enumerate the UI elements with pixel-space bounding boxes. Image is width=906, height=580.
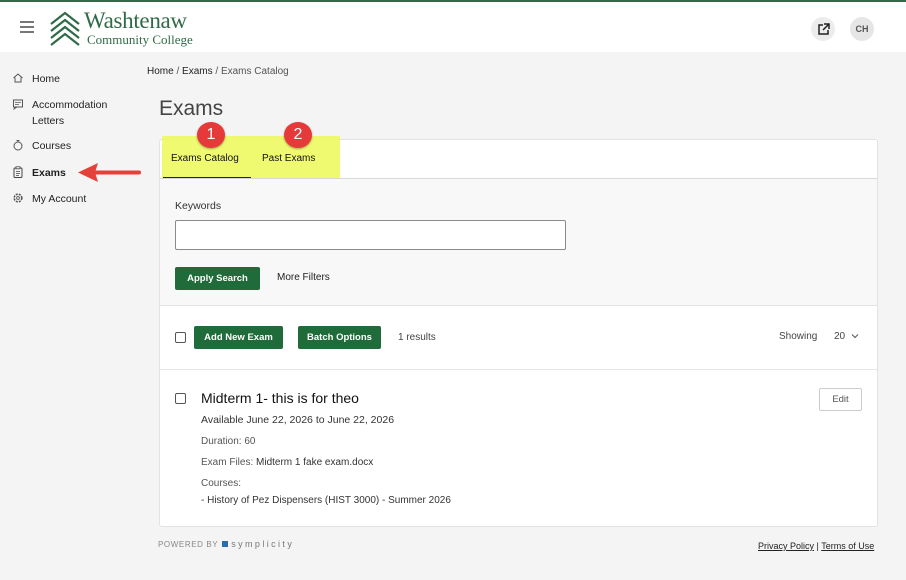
menu-icon[interactable]: [20, 21, 34, 33]
exam-duration: Duration: 60: [201, 436, 256, 447]
breadcrumb-separator: /: [215, 66, 219, 77]
annotation-badge-1: 1: [197, 122, 225, 148]
exams-icon: [13, 166, 23, 178]
annotation-arrow-icon: [78, 163, 141, 182]
exam-files: Exam Files: Midterm 1 fake exam.docx: [201, 457, 373, 468]
sidebar: [0, 52, 140, 580]
sidebar-item-home[interactable]: Home: [12, 71, 114, 87]
exam-title[interactable]: Midterm 1- this is for theo: [201, 390, 359, 406]
powered-by: POWERED BY symplicity: [158, 539, 294, 549]
breadcrumb-separator: /: [176, 66, 180, 77]
edit-button[interactable]: Edit: [819, 388, 862, 411]
logo-mark-icon: [50, 11, 80, 46]
external-link-button[interactable]: [811, 17, 835, 41]
batch-options-button[interactable]: Batch Options: [298, 326, 381, 349]
exam-availability: Available June 22, 2026 to June 22, 2026: [201, 414, 395, 426]
logo-title: Washtenaw: [84, 8, 187, 33]
select-all-checkbox[interactable]: [175, 332, 186, 343]
tab-exams-catalog[interactable]: Exams Catalog: [171, 153, 239, 164]
page-size-select[interactable]: 20: [834, 331, 859, 342]
breadcrumb-home-link[interactable]: Home: [147, 66, 174, 77]
sidebar-item-my-account[interactable]: My Account: [12, 191, 114, 207]
results-count: 1 results: [398, 332, 436, 343]
more-filters-link[interactable]: More Filters: [277, 272, 330, 283]
apply-search-button[interactable]: Apply Search: [175, 267, 260, 290]
external-link-icon: [817, 22, 830, 35]
breadcrumb-current: Exams Catalog: [220, 66, 289, 77]
list-divider: [160, 369, 877, 370]
avatar[interactable]: CH: [850, 17, 874, 41]
keywords-input[interactable]: [175, 220, 566, 250]
powered-by-label: POWERED BY: [158, 539, 219, 549]
gear-icon: [13, 193, 23, 203]
sidebar-item-accommodation-letters[interactable]: Accommodation Letters: [12, 97, 114, 129]
page-title: Exams: [159, 97, 224, 120]
add-new-exam-button[interactable]: Add New Exam: [194, 326, 283, 349]
keywords-label: Keywords: [175, 200, 222, 212]
breadcrumb-exams-link[interactable]: Exams: [182, 66, 213, 77]
footer-links: Privacy Policy | Terms of Use: [758, 541, 874, 551]
sidebar-item-label: Courses: [32, 140, 72, 152]
page-size-value: 20: [834, 331, 846, 342]
sidebar-item-courses[interactable]: Courses: [12, 138, 114, 154]
exam-file-name[interactable]: Midterm 1 fake exam.docx: [256, 457, 373, 468]
showing-label: Showing: [779, 331, 818, 342]
exam-row-checkbox[interactable]: [175, 393, 186, 404]
breadcrumb: Home / Exams / Exams Catalog: [147, 66, 289, 77]
sidebar-item-label: Accommodation Letters: [32, 99, 108, 127]
sidebar-item-label: Home: [32, 73, 61, 85]
terms-of-use-link[interactable]: Terms of Use: [821, 541, 874, 551]
annotation-badge-2: 2: [284, 122, 312, 148]
sidebar-item-label: My Account: [32, 193, 87, 205]
college-logo[interactable]: Washtenaw Community College: [48, 8, 208, 50]
home-icon: [13, 73, 23, 83]
logo-subtitle: Community College: [87, 32, 193, 47]
top-bar: Washtenaw Community College CH: [0, 0, 906, 52]
footer-separator: |: [816, 541, 819, 551]
letters-icon: [13, 99, 23, 110]
exam-files-label: Exam Files:: [201, 457, 254, 468]
courses-icon: [13, 140, 23, 151]
privacy-policy-link[interactable]: Privacy Policy: [758, 541, 814, 551]
exam-course-item: - History of Pez Dispensers (HIST 3000) …: [201, 495, 451, 506]
symplicity-brand: symplicity: [231, 539, 295, 549]
chevron-down-icon: [851, 334, 859, 339]
tab-past-exams[interactable]: Past Exams: [262, 153, 315, 164]
symplicity-logo-icon: [222, 541, 229, 547]
exam-courses-label: Courses:: [201, 478, 242, 489]
